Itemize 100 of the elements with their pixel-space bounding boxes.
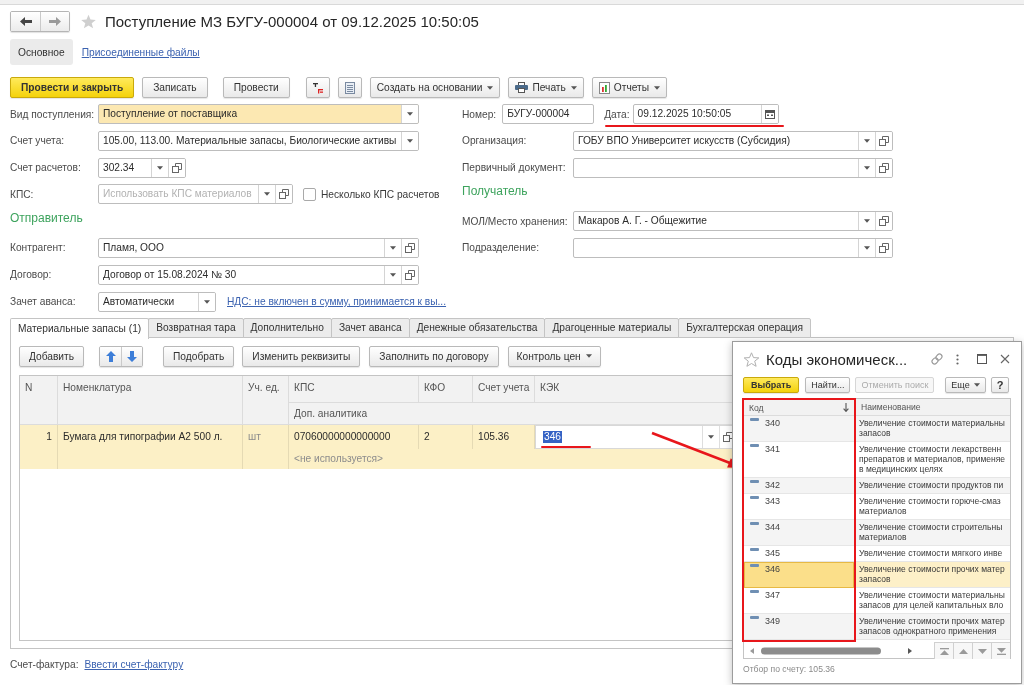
select-field[interactable]: Поступление от поставщика [98, 104, 419, 124]
arrow-left-icon [19, 16, 32, 26]
arrow-up-icon [105, 350, 116, 362]
tab[interactable]: Возвратная тара [148, 317, 244, 338]
menu-button[interactable]: Создать на основании [369, 77, 501, 98]
move-up-button[interactable] [100, 346, 122, 366]
menu-button[interactable]: Контроль цен [507, 345, 601, 367]
arrow-right-icon [49, 16, 61, 26]
toolbar-button[interactable]: Записать [142, 77, 208, 98]
tab[interactable]: Денежные обязательства [408, 317, 546, 338]
tab[interactable]: Материальные запасы (1) [10, 317, 150, 339]
first-button[interactable] [934, 642, 953, 659]
caret-down-icon [407, 112, 413, 116]
column-header[interactable]: Номенклатура [58, 375, 243, 425]
toolbar-button[interactable]: Провести [222, 77, 290, 98]
open-button[interactable] [875, 212, 892, 231]
dropdown-button[interactable] [401, 131, 418, 150]
open-button[interactable] [168, 158, 185, 177]
cell-text: 342 [765, 480, 781, 490]
list-cell[interactable]: 340 [744, 416, 854, 442]
hint-link[interactable]: НДС: не включен в сумму, принимается к вы... [227, 296, 447, 308]
reference-field[interactable]: Макаров А. Г. - Общежитие [573, 211, 893, 232]
toolbar-button[interactable]: Найти... [805, 377, 851, 393]
up-button[interactable] [953, 642, 972, 659]
text-field[interactable]: БУГУ-000004 [502, 104, 595, 124]
list-cell[interactable]: Увеличение стоимости материальны запасов [856, 416, 1010, 442]
reference-field[interactable]: ГОБУ ВПО Университет искусств (Субсидия) [573, 130, 893, 151]
column-header[interactable]: КПС [289, 375, 419, 403]
select-field[interactable]: 105.00, 113.00. Материальные запасы, Биологические активы [98, 130, 419, 151]
column-header[interactable]: Уч. ед. [243, 375, 289, 425]
bar-triangle-down-icon [996, 647, 1006, 655]
list-cell[interactable]: 349 [744, 614, 854, 640]
move-down-button[interactable] [121, 346, 143, 366]
date-field[interactable]: 09.12.2025 10:50:05 [632, 104, 779, 124]
open-button[interactable] [401, 239, 418, 257]
tab[interactable]: Дополнительно [242, 317, 332, 338]
arrow-down-icon [127, 350, 138, 362]
tab[interactable]: Драгоценные материалы [544, 317, 680, 338]
close-icon[interactable] [1000, 354, 1010, 364]
toolbar-button[interactable]: Подобрать [163, 345, 235, 367]
open-button[interactable] [275, 185, 292, 204]
maximize-icon[interactable] [977, 354, 987, 364]
reference-field[interactable]: Пламя, ООО [98, 238, 419, 258]
tab[interactable]: Бухгалтерская операция [678, 317, 811, 338]
horizontal-scrollbar[interactable] [749, 645, 913, 656]
cell-text: 344 [765, 522, 781, 532]
tab[interactable]: Зачет аванса [330, 317, 410, 338]
list-cell[interactable]: 346 [744, 562, 854, 588]
menu-button[interactable]: Еще [945, 377, 986, 393]
menu-button[interactable]: Отчеты [591, 77, 668, 98]
dropdown-button[interactable] [401, 105, 418, 123]
more-icon[interactable] [956, 353, 959, 365]
toolbar-button[interactable]: Изменить реквизиты [242, 345, 361, 367]
icon-button[interactable] [305, 77, 330, 98]
list-cell[interactable]: 347 [744, 588, 854, 614]
dash-icon [750, 418, 759, 421]
select-field[interactable]: Автоматически [98, 291, 216, 312]
toolbar-button[interactable]: Выбрать [743, 377, 800, 393]
column-header[interactable]: КФО [419, 375, 473, 403]
open-button[interactable] [875, 239, 892, 257]
calendar-button[interactable] [760, 105, 778, 123]
list-cell[interactable]: Увеличение стоимости прочих матер запасов однократного применения [856, 614, 1010, 640]
dash-icon [750, 444, 759, 447]
checkbox[interactable] [303, 187, 316, 201]
reference-field[interactable]: Договор от 15.08.2024 № 30 [98, 264, 419, 285]
table-cell: шт [243, 424, 289, 469]
link-icon[interactable] [930, 352, 944, 366]
menu-button[interactable]: Печать [508, 77, 584, 98]
toolbar-button[interactable]: Заполнить по договору [369, 345, 499, 367]
list-cell[interactable]: Увеличение стоимости строительны материалов [856, 520, 1010, 546]
reference-field[interactable] [573, 238, 893, 258]
tab-link[interactable]: Присоединенные файлы [81, 46, 200, 58]
column-header[interactable]: N [20, 375, 58, 425]
field-label: Зачет аванса: [10, 296, 76, 308]
list-cell[interactable]: 345 [744, 546, 854, 562]
icon-button[interactable] [337, 77, 362, 98]
last-button[interactable] [991, 642, 1010, 659]
list-cell[interactable]: 342 [744, 478, 854, 494]
tab[interactable]: Основное [10, 39, 73, 65]
reference-field[interactable]: 302.34 [98, 157, 186, 178]
dropdown-button[interactable] [198, 292, 215, 311]
list-cell[interactable]: Увеличение стоимости прочих матер запасов [856, 562, 1010, 588]
down-button[interactable] [972, 642, 991, 659]
open-button[interactable] [875, 131, 892, 150]
list-cell[interactable]: 344 [744, 520, 854, 546]
reference-field[interactable] [573, 157, 893, 178]
toolbar-button[interactable]: Добавить [19, 345, 85, 367]
help-button[interactable]: ? [990, 377, 1010, 393]
column-header[interactable]: Счет учета [473, 375, 535, 403]
open-button[interactable] [875, 158, 892, 177]
column-header[interactable]: Код [749, 402, 764, 413]
list-cell[interactable]: 343 [744, 494, 854, 520]
list-cell[interactable]: 341 [744, 442, 854, 478]
invoice-link[interactable]: Ввести счет-фактуру [84, 659, 184, 671]
list-cell[interactable]: Увеличение стоимости продуктов пи [856, 478, 1010, 494]
toolbar-button[interactable]: Провести и закрыть [10, 77, 135, 98]
star-icon[interactable] [80, 13, 97, 29]
back-button[interactable] [11, 11, 40, 31]
open-button[interactable] [401, 265, 418, 284]
star-icon[interactable] [743, 351, 760, 367]
